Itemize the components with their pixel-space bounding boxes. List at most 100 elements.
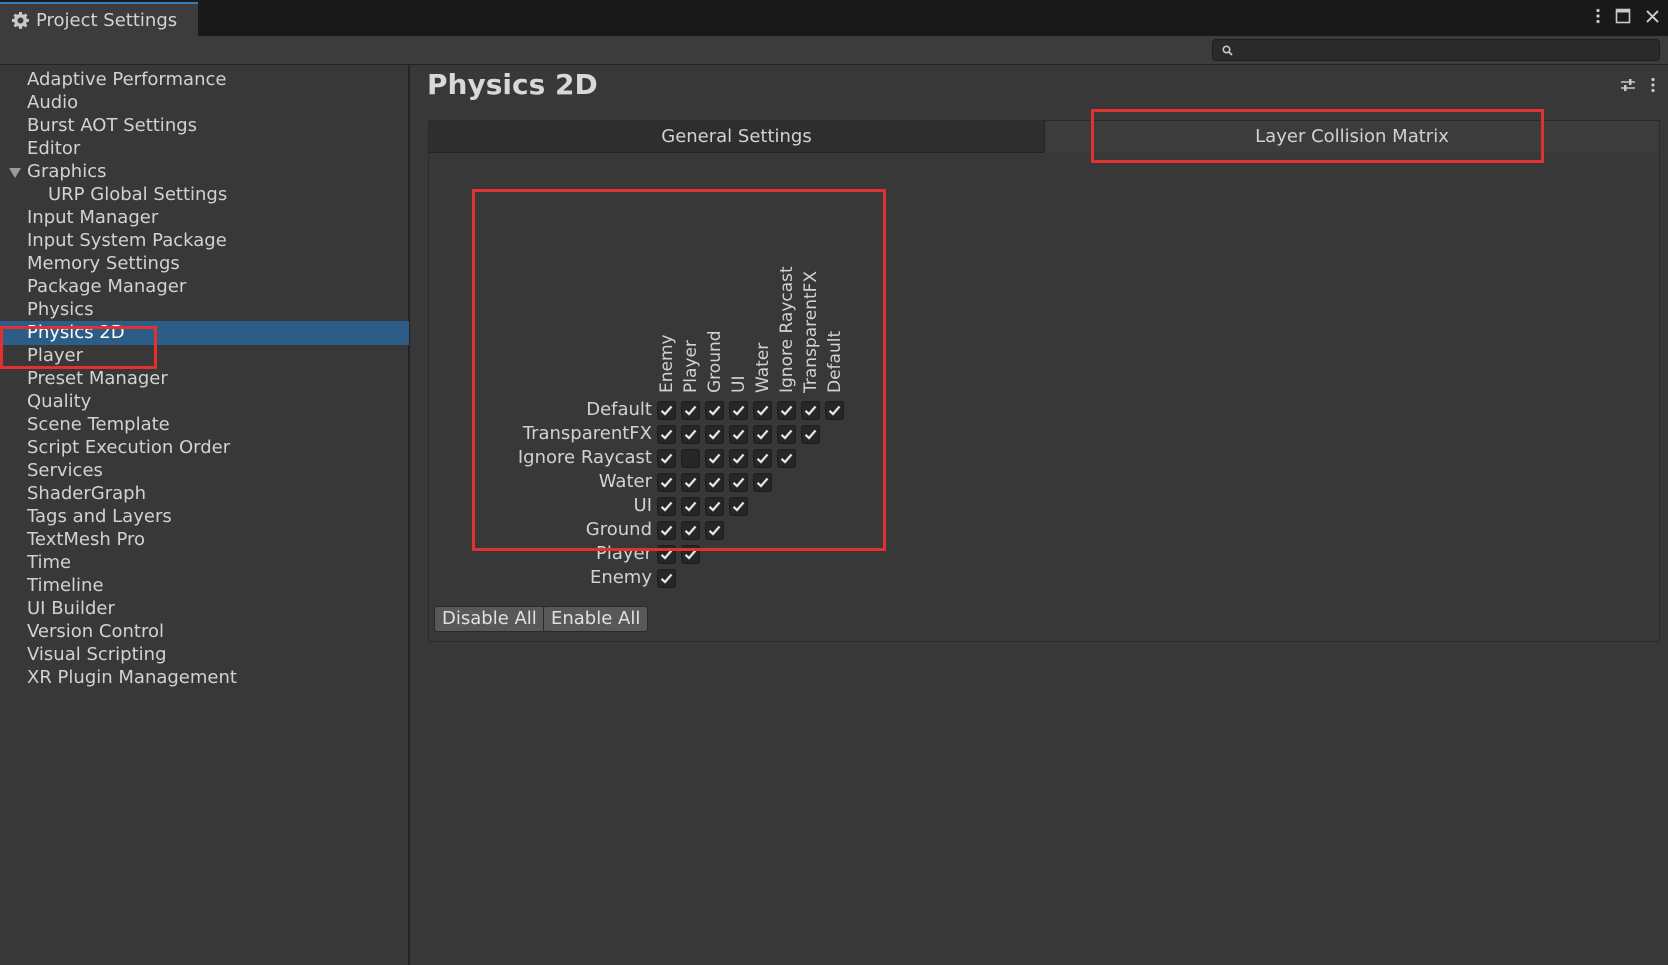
- sidebar-item-package-manager[interactable]: Package Manager: [0, 275, 409, 299]
- settings-sidebar: Adaptive Performance Audio Burst AOT Set…: [0, 65, 410, 965]
- collision-checkbox-player-player[interactable]: [681, 545, 700, 564]
- sidebar-item-input-manager[interactable]: Input Manager: [0, 206, 409, 230]
- disable-all-button[interactable]: Disable All: [434, 606, 545, 632]
- sidebar-item-label: Script Execution Order: [27, 437, 231, 458]
- more-options-icon[interactable]: [1595, 8, 1601, 24]
- checkmark-icon: [660, 453, 673, 464]
- collision-checkbox-default-player[interactable]: [681, 401, 700, 420]
- checkmark-icon: [708, 525, 721, 536]
- collision-checkbox-ignore-raycast-player[interactable]: [681, 449, 700, 468]
- sidebar-item-ui-builder[interactable]: UI Builder: [0, 597, 409, 621]
- preset-sliders-icon[interactable]: [1620, 77, 1636, 93]
- checkmark-icon: [684, 405, 697, 416]
- sidebar-item-physics[interactable]: Physics: [0, 298, 409, 322]
- collision-checkbox-default-default[interactable]: [825, 401, 844, 420]
- maximize-icon[interactable]: [1615, 8, 1631, 24]
- checkmark-icon: [684, 549, 697, 560]
- sidebar-item-editor[interactable]: Editor: [0, 137, 409, 161]
- sidebar-item-label: URP Global Settings: [48, 184, 228, 205]
- checkmark-icon: [756, 477, 769, 488]
- collision-checkbox-water-water[interactable]: [753, 473, 772, 492]
- collision-checkbox-ignore-raycast-enemy[interactable]: [657, 449, 676, 468]
- sidebar-item-adaptive-performance[interactable]: Adaptive Performance: [0, 68, 409, 92]
- collision-checkbox-default-ui[interactable]: [729, 401, 748, 420]
- sidebar-item-script-execution-order[interactable]: Script Execution Order: [0, 436, 409, 460]
- checkmark-icon: [732, 453, 745, 464]
- sidebar-item-visual-scripting[interactable]: Visual Scripting: [0, 643, 409, 667]
- sidebar-item-services[interactable]: Services: [0, 459, 409, 483]
- collision-checkbox-ground-player[interactable]: [681, 521, 700, 540]
- collision-checkbox-ignore-raycast-water[interactable]: [753, 449, 772, 468]
- sidebar-item-preset-manager[interactable]: Preset Manager: [0, 367, 409, 391]
- sidebar-item-physics-2d[interactable]: Physics 2D: [0, 321, 409, 345]
- sidebar-item-textmesh-pro[interactable]: TextMesh Pro: [0, 528, 409, 552]
- close-icon[interactable]: [1645, 9, 1660, 24]
- collision-checkbox-transparentfx-ignore-raycast[interactable]: [777, 425, 796, 444]
- sidebar-item-label: Input System Package: [27, 230, 227, 251]
- collision-checkbox-water-enemy[interactable]: [657, 473, 676, 492]
- collision-checkbox-transparentfx-transparentfx[interactable]: [801, 425, 820, 444]
- collision-checkbox-ui-ground[interactable]: [705, 497, 724, 516]
- sidebar-item-label: Editor: [27, 138, 81, 159]
- collision-checkbox-transparentfx-ground[interactable]: [705, 425, 724, 444]
- sidebar-item-label: ShaderGraph: [27, 483, 146, 504]
- search-input[interactable]: [1237, 40, 1651, 62]
- collision-checkbox-ui-ui[interactable]: [729, 497, 748, 516]
- checkmark-icon: [732, 429, 745, 440]
- sidebar-item-label: Input Manager: [27, 207, 159, 228]
- sidebar-item-quality[interactable]: Quality: [0, 390, 409, 414]
- sidebar-item-input-system-package[interactable]: Input System Package: [0, 229, 409, 253]
- column-label-default: Default: [825, 330, 845, 393]
- checkmark-icon: [732, 501, 745, 512]
- collision-checkbox-transparentfx-water[interactable]: [753, 425, 772, 444]
- sidebar-item-label: Quality: [27, 391, 92, 412]
- sidebar-item-shadergraph[interactable]: ShaderGraph: [0, 482, 409, 506]
- collision-checkbox-transparentfx-ui[interactable]: [729, 425, 748, 444]
- collision-checkbox-player-enemy[interactable]: [657, 545, 676, 564]
- enable-all-button[interactable]: Enable All: [543, 606, 649, 632]
- collision-checkbox-default-water[interactable]: [753, 401, 772, 420]
- sidebar-item-tags-and-layers[interactable]: Tags and Layers: [0, 505, 409, 529]
- column-label-ignore-raycast: Ignore Raycast: [777, 266, 797, 393]
- collision-checkbox-ground-ground[interactable]: [705, 521, 724, 540]
- sidebar-item-version-control[interactable]: Version Control: [0, 620, 409, 644]
- sidebar-item-xr-plugin-management[interactable]: XR Plugin Management: [0, 666, 409, 690]
- search-box[interactable]: [1212, 39, 1660, 62]
- sidebar-item-urp-global-settings[interactable]: URP Global Settings: [0, 183, 409, 207]
- expand-arrow-icon[interactable]: [9, 168, 21, 178]
- collision-checkbox-ignore-raycast-ui[interactable]: [729, 449, 748, 468]
- window-title: Project Settings: [36, 9, 178, 31]
- collision-checkbox-ui-enemy[interactable]: [657, 497, 676, 516]
- collision-checkbox-enemy-enemy[interactable]: [657, 569, 676, 588]
- checkmark-icon: [708, 501, 721, 512]
- collision-checkbox-ui-player[interactable]: [681, 497, 700, 516]
- collision-checkbox-transparentfx-enemy[interactable]: [657, 425, 676, 444]
- collision-checkbox-water-ground[interactable]: [705, 473, 724, 492]
- sidebar-item-graphics[interactable]: Graphics: [0, 160, 409, 184]
- sidebar-item-player[interactable]: Player: [0, 344, 409, 368]
- search-icon: [1222, 45, 1233, 56]
- collision-checkbox-ignore-raycast-ignore-raycast[interactable]: [777, 449, 796, 468]
- collision-checkbox-water-player[interactable]: [681, 473, 700, 492]
- collision-checkbox-default-transparentfx[interactable]: [801, 401, 820, 420]
- sidebar-item-label: Physics 2D: [27, 322, 125, 343]
- column-label-ground: Ground: [705, 330, 725, 393]
- sidebar-item-audio[interactable]: Audio: [0, 91, 409, 115]
- sidebar-item-memory-settings[interactable]: Memory Settings: [0, 252, 409, 276]
- collision-checkbox-default-enemy[interactable]: [657, 401, 676, 420]
- sidebar-item-burst-aot-settings[interactable]: Burst AOT Settings: [0, 114, 409, 138]
- more-options-icon[interactable]: [1650, 77, 1656, 93]
- sidebar-item-label: Burst AOT Settings: [27, 115, 198, 136]
- sidebar-item-label: Memory Settings: [27, 253, 180, 274]
- sidebar-item-timeline[interactable]: Timeline: [0, 574, 409, 598]
- sidebar-item-time[interactable]: Time: [0, 551, 409, 575]
- collision-checkbox-ignore-raycast-ground[interactable]: [705, 449, 724, 468]
- collision-checkbox-default-ignore-raycast[interactable]: [777, 401, 796, 420]
- window-tab[interactable]: Project Settings: [0, 2, 198, 36]
- collision-checkbox-water-ui[interactable]: [729, 473, 748, 492]
- collision-checkbox-ground-enemy[interactable]: [657, 521, 676, 540]
- collision-checkbox-transparentfx-player[interactable]: [681, 425, 700, 444]
- sidebar-item-scene-template[interactable]: Scene Template: [0, 413, 409, 437]
- sidebar-item-label: XR Plugin Management: [27, 667, 237, 688]
- collision-checkbox-default-ground[interactable]: [705, 401, 724, 420]
